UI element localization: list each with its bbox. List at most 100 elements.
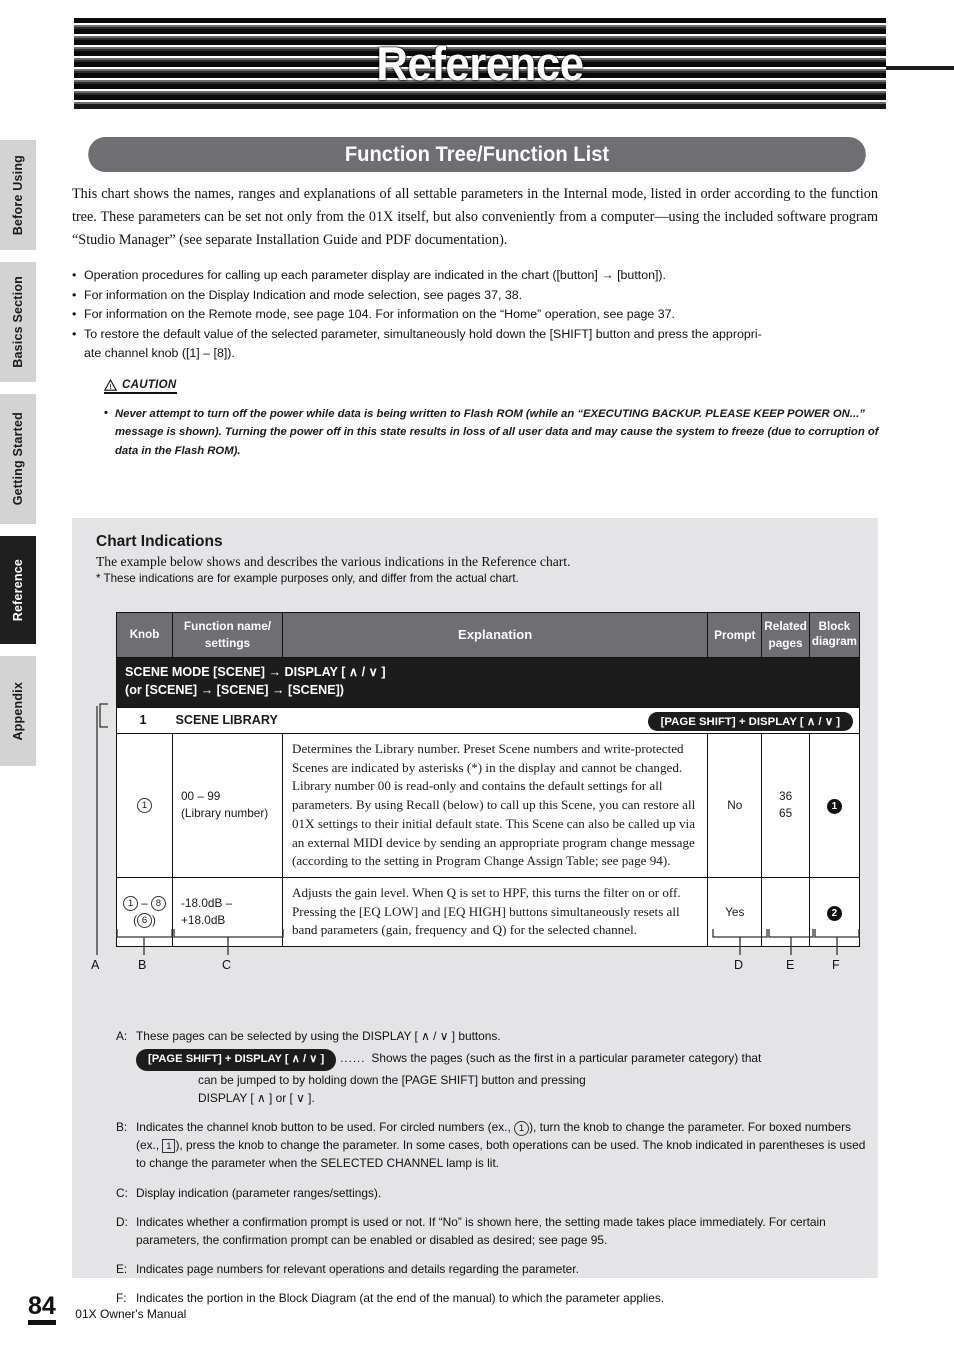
legend-text-d: Indicates whether a confirmation prompt …	[136, 1214, 826, 1247]
legend-item-c: C: Display indication (parameter ranges/…	[116, 1184, 876, 1202]
sidebar: Before Using Basics Section Getting Star…	[0, 140, 36, 780]
sidebar-item-appendix[interactable]: Appendix	[0, 656, 36, 766]
cell-knob: 1 – 8 (6)	[116, 876, 173, 948]
callout-label-e: E	[786, 958, 795, 972]
column-header-block-diagram: Block diagram	[808, 611, 861, 659]
legend-item-d: D: Indicates whether a confirmation prom…	[116, 1213, 876, 1249]
bullet-item: To restore the default value of the sele…	[72, 325, 884, 364]
bullet-item: For information on the Display Indicatio…	[72, 286, 884, 306]
sidebar-item-reference[interactable]: Reference	[0, 536, 36, 644]
bullet-text-continued: ate channel knob ([1] – [8]).	[84, 346, 235, 361]
column-header-block-line2: diagram	[811, 635, 857, 649]
sidebar-item-label: Getting Started	[11, 412, 25, 506]
callout-label-b: B	[138, 958, 147, 972]
page-shift-badge-legend: [PAGE SHIFT] + DISPLAY [ ∧ / ∨ ]	[136, 1049, 337, 1072]
knob-range: 1 – 8	[117, 895, 172, 912]
page-banner: Reference	[74, 18, 886, 108]
legend-key-b: B:	[116, 1120, 128, 1135]
caution-block: CAUTION Never attempt to turn off the po…	[104, 378, 894, 460]
footer-manual-title: 01X Owner's Manual	[75, 1307, 187, 1321]
callout-label-c: C	[222, 958, 232, 972]
mode-row-line2: (or [SCENE] → [SCENE] → [SCENE])	[125, 683, 344, 698]
bullet-item: For information on the Remote mode, see …	[72, 305, 884, 325]
table-row: 1 – 8 (6) -18.0dB – +18.0dB Adjusts the …	[116, 876, 861, 948]
table-header-row: Knob Function name/ settings Explanation…	[116, 611, 861, 659]
caution-body: Never attempt to turn off the power whil…	[104, 404, 894, 460]
column-header-explanation: Explanation	[281, 611, 709, 659]
legend-a-dots: ......	[340, 1053, 366, 1066]
page-footer: 84 01X Owner's Manual	[28, 1294, 186, 1325]
column-header-related-line2: pages	[768, 636, 803, 651]
sidebar-item-before-using[interactable]: Before Using	[0, 140, 36, 250]
legend-item-b: B: Indicates the channel knob button to …	[116, 1118, 876, 1172]
callout-label-a: A	[91, 958, 100, 972]
function-label: (Library number)	[181, 806, 269, 821]
function-range: -18.0dB – +18.0dB	[181, 895, 233, 928]
chart-indications-subtitle: The example below shows and describes th…	[96, 554, 571, 569]
banner-rule-bottom	[74, 104, 886, 109]
mode-row-line1: SCENE MODE [SCENE] → DISPLAY [ ∧ / ∨ ]	[125, 665, 386, 680]
mode-row-cell: SCENE MODE [SCENE] → DISPLAY [ ∧ / ∨ ] (…	[116, 657, 860, 708]
legend-text-e: Indicates page numbers for relevant oper…	[136, 1261, 579, 1276]
section-title-banner: Function Tree/Function List	[88, 137, 866, 172]
warning-triangle-icon	[104, 379, 117, 391]
legend-list: A: These pages can be selected by using …	[116, 1027, 876, 1318]
caution-label: CAUTION	[122, 379, 177, 391]
circled-number-1: 1	[514, 1120, 530, 1136]
intro-paragraph: This chart shows the names, ranges and e…	[72, 186, 878, 248]
bullet-item: Operation procedures for calling up each…	[72, 266, 884, 286]
legend-a-pill-row: [PAGE SHIFT] + DISPLAY [ ∧ / ∨ ] ...... …	[136, 1049, 876, 1072]
legend-key-d: D:	[116, 1214, 128, 1229]
sidebar-item-getting-started[interactable]: Getting Started	[0, 394, 36, 524]
cell-related-pages: 36 65	[761, 732, 810, 878]
section-number: 1	[139, 713, 147, 728]
column-header-knob: Knob	[116, 611, 173, 659]
block-diagram-marker-1: 1	[826, 799, 842, 815]
table-row: 1 00 – 99 (Library number) Determines th…	[116, 732, 861, 878]
cell-knob: 1	[116, 732, 173, 878]
callout-label-d: D	[734, 958, 744, 972]
sidebar-item-label: Basics Section	[11, 276, 25, 368]
legend-key-c: C:	[116, 1185, 128, 1200]
column-header-block-line1: Block	[818, 620, 851, 634]
circled-number-1: 1	[123, 896, 139, 912]
page-shift-badge: [PAGE SHIFT] + DISPLAY [ ∧ / ∨ ]	[647, 711, 853, 731]
legend-text-f: Indicates the portion in the Block Diagr…	[136, 1290, 665, 1305]
knob-selected-channel: (6)	[133, 913, 156, 929]
cell-prompt: Yes	[707, 876, 763, 948]
mode-row: SCENE MODE [SCENE] → DISPLAY [ ∧ / ∨ ] (…	[116, 657, 860, 708]
cell-prompt: No	[707, 732, 763, 878]
legend-key-e: E:	[116, 1261, 128, 1276]
sidebar-item-basics-section[interactable]: Basics Section	[0, 262, 36, 382]
column-header-prompt: Prompt	[707, 611, 763, 659]
circled-number-6: 6	[137, 913, 152, 929]
sidebar-item-label: Appendix	[11, 681, 25, 741]
legend-item-a: A: These pages can be selected by using …	[116, 1027, 876, 1107]
bullet-text: To restore the default value of the sele…	[84, 326, 762, 341]
column-header-related-pages: Related pages	[761, 611, 810, 659]
sidebar-item-label: Before Using	[11, 154, 25, 236]
block-diagram-marker-2: 2	[826, 906, 842, 922]
legend-item-f: F: Indicates the portion in the Block Di…	[116, 1289, 876, 1307]
legend-a-line3: can be jumped to by holding down the [PA…	[198, 1073, 586, 1088]
cell-block-diagram: 2	[808, 876, 861, 948]
column-header-related-line1: Related	[764, 619, 807, 633]
cell-function-settings: -18.0dB – +18.0dB	[172, 876, 283, 948]
legend-text-c: Display indication (parameter ranges/set…	[136, 1185, 382, 1200]
legend-b-part1: Indicates the channel knob button to be …	[136, 1120, 515, 1135]
cell-block-diagram: 1	[808, 732, 861, 878]
section-row-cell: 1 SCENE LIBRARY [PAGE SHIFT] + DISPLAY […	[116, 706, 860, 734]
knob-range-dash: –	[141, 896, 151, 910]
related-page-2: 65	[779, 806, 793, 821]
legend-text-b: Indicates the channel knob button to be …	[136, 1118, 876, 1172]
chart-indications-note: * These indications are for example purp…	[96, 572, 519, 585]
legend-item-e: E: Indicates page numbers for relevant o…	[116, 1260, 876, 1278]
sidebar-item-label: Reference	[11, 558, 25, 622]
legend-a-line1: These pages can be selected by using the…	[136, 1029, 501, 1043]
column-header-function-name: Function name/ settings	[172, 611, 283, 659]
boxed-number-1: 1	[162, 1139, 176, 1154]
section-row: 1 SCENE LIBRARY [PAGE SHIFT] + DISPLAY […	[116, 706, 860, 734]
related-page-1: 36	[779, 789, 793, 804]
cell-related-pages	[761, 876, 810, 948]
legend-a-line2: Shows the pages (such as the first in a …	[371, 1051, 762, 1066]
